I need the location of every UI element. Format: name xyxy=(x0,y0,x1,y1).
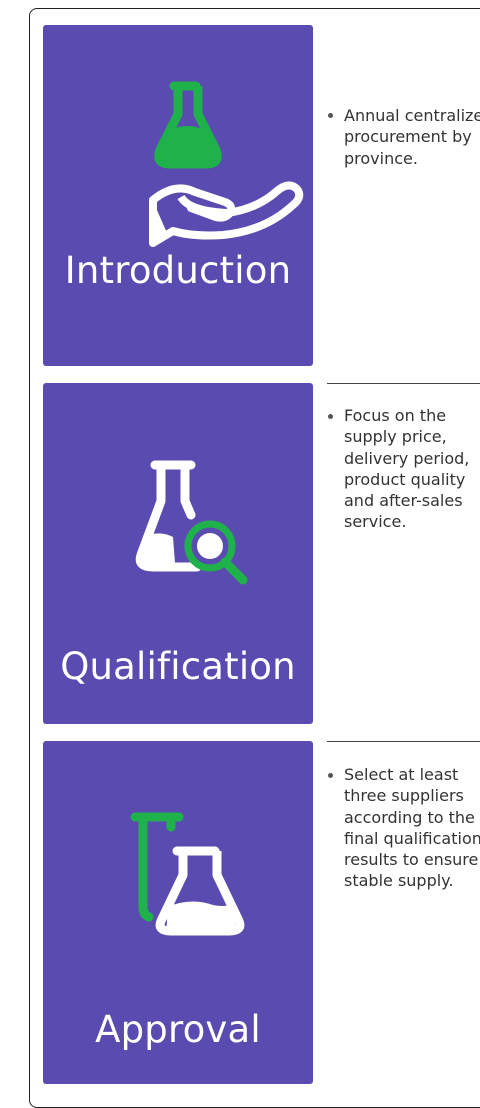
step-bullet-text: Focus on the supply price, delivery peri… xyxy=(344,406,470,532)
flask-in-hand-icon xyxy=(149,81,304,247)
bullet-dot xyxy=(328,773,333,778)
step-card-approval: Approval xyxy=(43,741,313,1084)
step-title: Qualification xyxy=(60,645,296,688)
step-title: Approval xyxy=(95,1008,261,1051)
flask-magnifier-icon xyxy=(135,460,248,585)
bullet-dot xyxy=(328,113,333,118)
step-card-introduction: Introduction xyxy=(43,25,313,366)
step-title: Introduction xyxy=(64,249,292,292)
divider-line xyxy=(327,383,480,384)
step-bullet-text: Annual centralized procurement by provin… xyxy=(344,106,480,168)
bullet-dot xyxy=(328,414,333,419)
test-tube-and-flask-icon xyxy=(130,812,245,936)
step-card-qualification: Qualification xyxy=(43,383,313,724)
divider-line xyxy=(327,741,480,742)
step-bullet-text: Select at least three suppliers accordin… xyxy=(344,765,480,891)
